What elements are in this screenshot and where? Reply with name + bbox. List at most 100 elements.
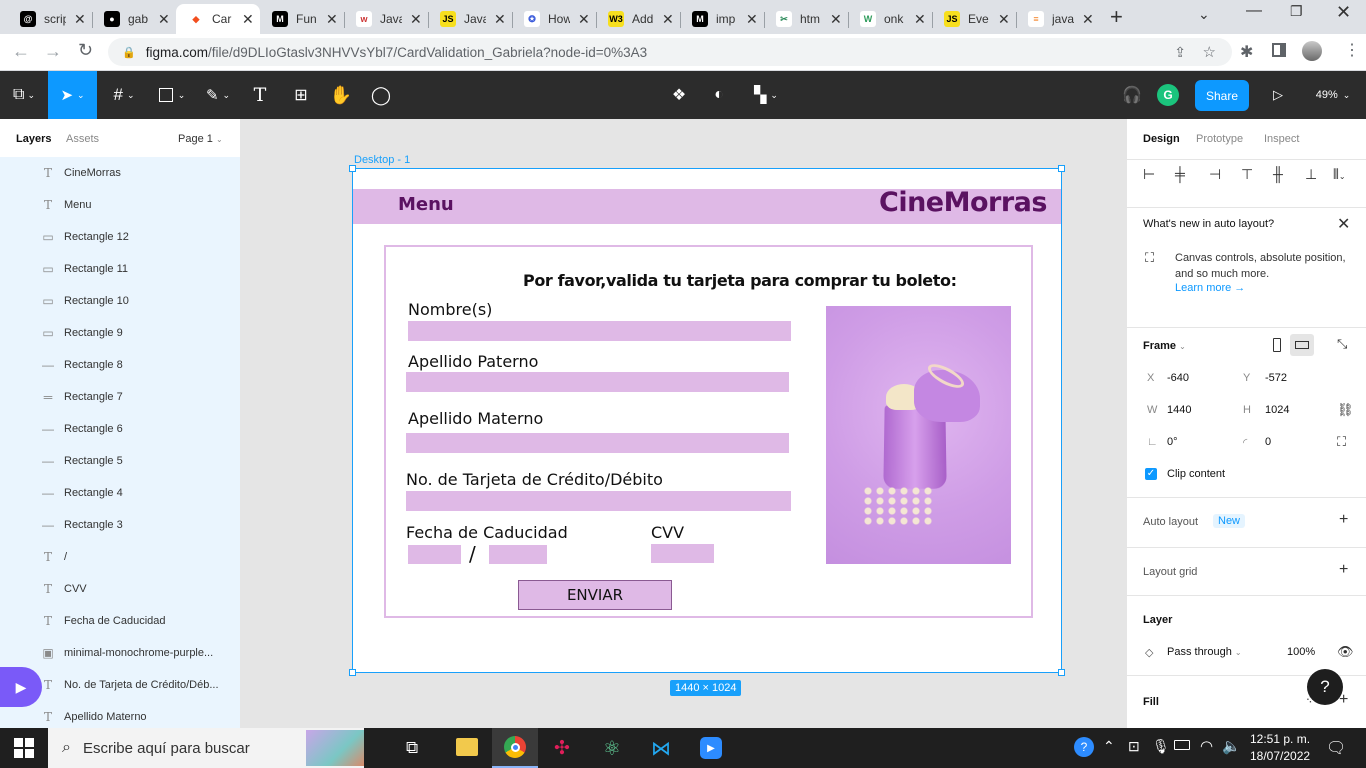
learn-more-link[interactable]: Learn more → (1175, 282, 1245, 294)
task-view-icon[interactable]: ⧉ (406, 738, 418, 758)
atom-icon[interactable]: ⚛ (603, 736, 621, 761)
layer-row[interactable]: — Rectangle 4 (0, 477, 240, 509)
close-tab-icon[interactable]: ✕ (578, 11, 590, 28)
align-center-v-icon[interactable]: ╫ (1273, 166, 1283, 182)
bookmark-star-icon[interactable]: ☆ (1203, 43, 1216, 61)
y-input[interactable]: -572 (1265, 372, 1287, 384)
move-tool-icon[interactable]: ➤ ⌄ (48, 71, 97, 119)
close-tab-icon[interactable]: ✕ (1082, 11, 1094, 28)
back-icon[interactable]: ← (12, 41, 30, 62)
taskbar-search-box[interactable]: ⌕ Escribe aquí para buscar (48, 728, 364, 768)
close-tab-icon[interactable]: ✕ (662, 11, 674, 28)
present-icon[interactable]: ▷ (1266, 71, 1290, 119)
layer-row[interactable]: — Rectangle 5 (0, 445, 240, 477)
browser-tab[interactable]: @ scrip ✕ (8, 4, 92, 34)
close-tab-icon[interactable]: ✕ (326, 11, 338, 28)
main-menu-icon[interactable]: ⧉ ⌄ (6, 71, 42, 119)
pen-tool-icon[interactable]: ✎ ⌄ (198, 71, 238, 119)
tray-network-icon[interactable]: ⊡ (1128, 738, 1140, 755)
tab-design[interactable]: Design (1143, 133, 1180, 145)
close-tab-icon[interactable]: ✕ (998, 11, 1010, 28)
close-tab-icon[interactable]: ✕ (242, 11, 254, 28)
layer-row[interactable]: ═ Rectangle 7 (0, 381, 240, 413)
close-tab-icon[interactable]: ✕ (494, 11, 506, 28)
frame-tool-icon[interactable]: # ⌄ (104, 71, 144, 119)
close-window-button[interactable]: ✕ (1336, 2, 1351, 23)
file-explorer-icon[interactable] (456, 738, 478, 756)
mask-icon[interactable]: ◐ (706, 71, 732, 119)
tab-layers[interactable]: Layers (16, 133, 51, 145)
tab-assets[interactable]: Assets (66, 133, 99, 145)
audio-icon[interactable]: 🎧 (1120, 71, 1144, 119)
frame-handle-tl[interactable] (349, 165, 356, 172)
layer-row[interactable]: ▭ Rectangle 11 (0, 253, 240, 285)
vscode-icon[interactable]: ⋈ (651, 736, 671, 761)
browser-menu-icon[interactable]: ⋮ (1344, 40, 1360, 60)
profile-avatar[interactable] (1302, 41, 1322, 61)
add-auto-layout-icon[interactable]: + (1339, 511, 1348, 529)
minimize-button[interactable]: — (1246, 2, 1262, 20)
layer-row[interactable]: T Menu (0, 189, 240, 221)
layer-row[interactable]: — Rectangle 6 (0, 413, 240, 445)
frame-handle-bl[interactable] (349, 669, 356, 676)
browser-tab[interactable]: W3 Add ✕ (596, 4, 680, 34)
browser-tab[interactable]: JS Java ✕ (428, 4, 512, 34)
layer-row[interactable]: ▣ minimal-monochrome-purple... (0, 637, 240, 669)
browser-tab[interactable]: ✂ htm ✕ (764, 4, 848, 34)
align-center-h-icon[interactable]: ╪ (1175, 166, 1185, 182)
component-icon[interactable]: ❖ (666, 71, 692, 119)
constrain-proportions-icon[interactable]: ⛓ (1337, 402, 1354, 418)
portrait-icon[interactable] (1273, 338, 1281, 352)
frame-name-label[interactable]: Desktop - 1 (354, 154, 410, 166)
frame-type-dropdown[interactable]: Frame ⌄ (1143, 340, 1186, 352)
chrome-icon[interactable] (492, 728, 538, 768)
close-tab-icon[interactable]: ✕ (158, 11, 170, 28)
help-button[interactable]: ? (1307, 669, 1343, 705)
close-whats-new-icon[interactable]: ✕ (1337, 214, 1350, 234)
user-avatar[interactable]: G (1156, 71, 1180, 119)
layer-row[interactable]: T CineMorras (0, 157, 240, 189)
page-selector[interactable]: Page 1 ⌄ (178, 133, 223, 145)
resources-icon[interactable]: ⊞ (288, 71, 314, 119)
browser-tab[interactable]: w Java ✕ (344, 4, 428, 34)
clock-time[interactable]: 12:51 p. m. (1250, 732, 1310, 746)
resize-to-fit-icon[interactable]: ⤡ (1337, 336, 1347, 352)
windows-start-icon[interactable] (14, 738, 34, 758)
extensions-icon[interactable]: ✱ (1240, 42, 1253, 62)
share-button[interactable]: Share (1195, 80, 1249, 111)
align-bottom-icon[interactable]: ⊥ (1305, 166, 1317, 183)
independent-corners-icon[interactable]: ⛶ (1337, 434, 1346, 450)
slack-icon[interactable]: ✣ (554, 737, 570, 760)
clip-content-checkbox[interactable]: ✓ (1145, 468, 1157, 480)
close-tab-icon[interactable]: ✕ (830, 11, 842, 28)
layer-row[interactable]: ▭ Rectangle 12 (0, 221, 240, 253)
boolean-icon[interactable]: ▚ ⌄ (748, 71, 784, 119)
radius-input[interactable]: 0 (1265, 436, 1271, 448)
align-right-icon[interactable]: ⊣ (1209, 166, 1221, 183)
opacity-input[interactable]: 100% (1287, 646, 1315, 658)
desktop-frame[interactable]: Menu CineMorras Por favor,valida tu tarj… (349, 165, 1065, 676)
notifications-icon[interactable]: 🗨 (1326, 738, 1346, 758)
align-top-icon[interactable]: ⊤ (1241, 166, 1253, 183)
layer-row[interactable]: — Rectangle 3 (0, 509, 240, 541)
tab-inspect[interactable]: Inspect (1264, 133, 1299, 145)
comment-tool-icon[interactable]: ◯ (368, 71, 394, 119)
volume-icon[interactable]: 🔈 (1222, 737, 1241, 755)
share-page-icon[interactable]: ⇪ (1174, 44, 1186, 61)
browser-tab[interactable]: ◆ Car ✕ (176, 4, 260, 34)
address-bar[interactable]: 🔒 figma.com /file/d9DLIoGtaslv3NHVVsYbl7… (108, 38, 1232, 66)
close-tab-icon[interactable]: ✕ (410, 11, 422, 28)
layer-row[interactable]: T / (0, 541, 240, 573)
tray-chevron-icon[interactable]: ⌃ (1103, 738, 1115, 755)
browser-tab[interactable]: ✪ How ✕ (512, 4, 596, 34)
w-input[interactable]: 1440 (1167, 404, 1191, 416)
browser-tab[interactable]: ≡ java ✕ (1016, 4, 1100, 34)
reload-icon[interactable]: ↻ (78, 40, 93, 61)
visibility-eye-icon[interactable]: 👁 (1337, 644, 1354, 660)
hand-tool-icon[interactable]: ✋ (328, 71, 354, 119)
browser-tab[interactable]: JS Eve ✕ (932, 4, 1016, 34)
distribute-icon[interactable]: ⫴⌄ (1333, 166, 1346, 183)
align-left-icon[interactable]: ⊢ (1143, 166, 1155, 183)
add-layout-grid-icon[interactable]: + (1339, 561, 1348, 579)
close-tab-icon[interactable]: ✕ (746, 11, 758, 28)
